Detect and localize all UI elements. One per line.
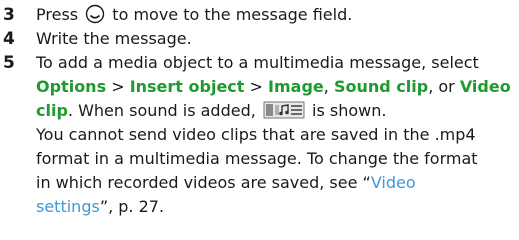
comma: , (323, 77, 329, 96)
step-5-line-7: settings”, p. 27. (36, 195, 164, 219)
step-5-line-6: in which recorded videos are saved, see … (36, 171, 416, 195)
video-settings-link-part2[interactable]: settings (36, 197, 100, 216)
sound-clip-command: Sound clip (333, 77, 429, 96)
step-number: 5 (3, 53, 15, 73)
image-command: Image (268, 77, 324, 96)
separator: > (111, 77, 125, 96)
is-shown-text: is shown. (312, 101, 387, 120)
step-3-text: Press to move to the message field. (36, 3, 352, 27)
insert-object-command: Insert object (129, 77, 245, 96)
page-reference: ”, p. 27. (99, 197, 165, 216)
step-number: 3 (3, 5, 15, 25)
sound-clip-icon (263, 101, 305, 119)
step-number: 4 (3, 29, 15, 49)
step-3-press: Press (36, 5, 79, 24)
step-3-after: to move to the message field. (112, 5, 353, 24)
separator: > (249, 77, 263, 96)
step-5-line-1: To add a media object to a multimedia me… (36, 53, 479, 72)
video-clip-command-part1: Video (459, 77, 511, 96)
step-5-line-2: Options > Insert object > Image, Sound c… (36, 75, 511, 99)
step-5-line-5: format in a multimedia message. To chang… (36, 149, 478, 168)
options-command: Options (36, 77, 107, 96)
navigation-key-icon (86, 4, 105, 24)
step-4-text: Write the message. (36, 29, 192, 48)
see-text: in which recorded videos are saved, see … (36, 173, 371, 192)
manual-page: 3 Press to move to the message field. 4 … (0, 0, 519, 240)
video-settings-link-part1[interactable]: Video (371, 173, 416, 192)
step-5-line-4: You cannot send video clips that are sav… (36, 125, 476, 144)
when-sound-text: . When sound is added, (67, 101, 256, 120)
or-text: , or (428, 77, 455, 96)
step-5-line-3: clip. When sound is added, is shown. (36, 99, 386, 123)
video-clip-command-part2: clip (36, 101, 68, 120)
